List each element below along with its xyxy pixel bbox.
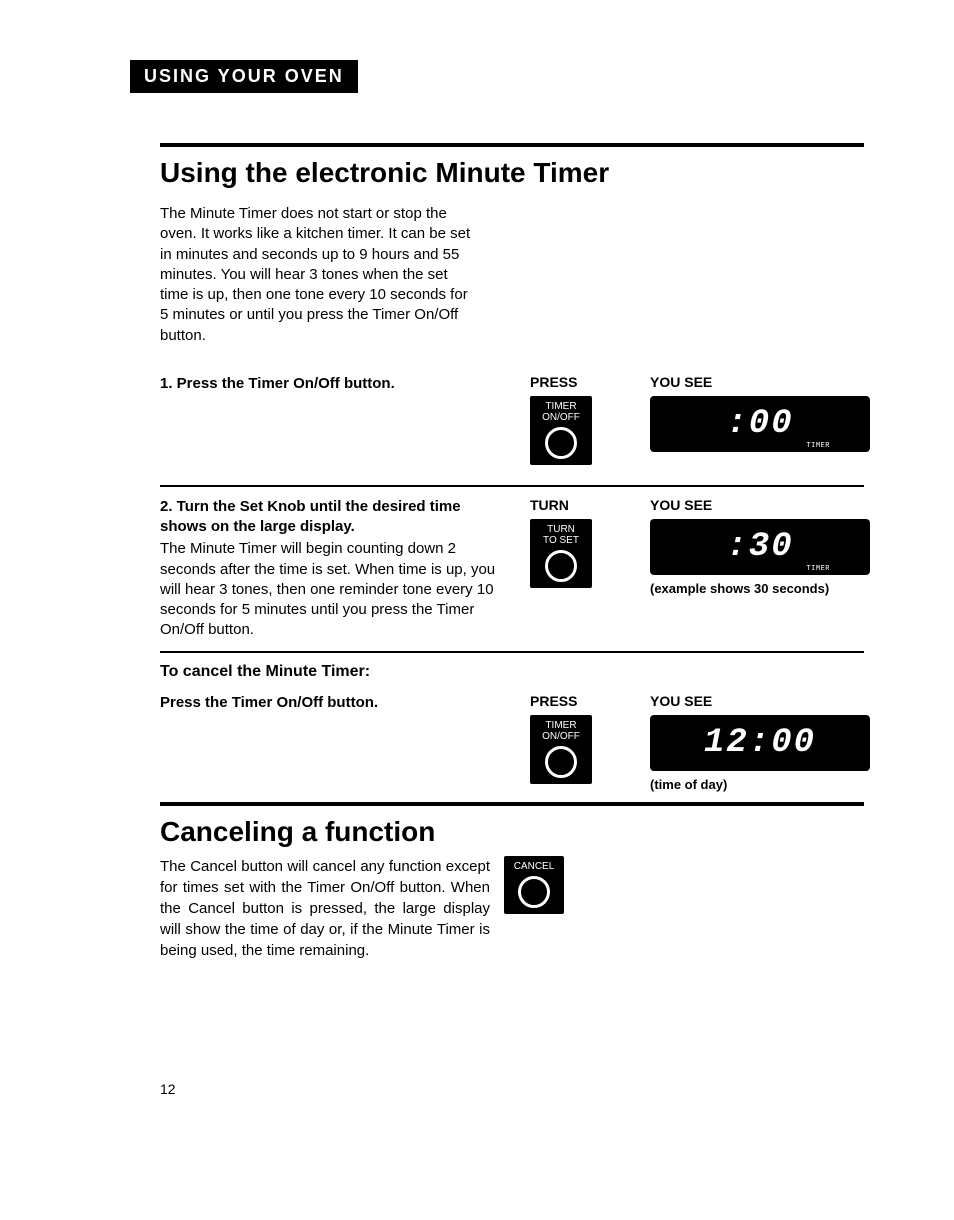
rule [160,485,864,487]
button-label-line2: ON/OFF [532,412,590,423]
cancel-function-body: The Cancel button will cancel any functi… [160,856,490,961]
display-panel: :00 TIMER [650,396,870,452]
knob-icon [545,427,577,459]
knob-icon [545,746,577,778]
press-label: PRESS [530,374,620,390]
rule [160,802,864,806]
page-number: 12 [160,1081,864,1097]
step1-heading: 1. Press the Timer On/Off button. [160,374,500,394]
knob-icon [545,550,577,582]
turn-label: TURN [530,497,620,513]
step2-body: The Minute Timer will begin counting dow… [160,539,500,640]
display-value: :30 [726,528,793,566]
press-label: PRESS [530,693,620,709]
you-see-label: YOU SEE [650,374,890,390]
section-title: Using the electronic Minute Timer [160,157,864,189]
button-label-line1: TIMER [532,401,590,412]
knob-icon [518,876,550,908]
display-caption: (time of day) [650,777,890,792]
rule [160,143,864,147]
cancel-timer-heading: To cancel the Minute Timer: [160,663,864,681]
button-label-line1: TIMER [532,720,590,731]
timer-onoff-button: TIMER ON/OFF [530,396,592,465]
cancel-button: CANCEL [504,856,564,914]
display-sublabel: TIMER [806,565,830,573]
you-see-label: YOU SEE [650,497,890,513]
timer-onoff-button: TIMER ON/OFF [530,715,592,784]
intro-text: The Minute Timer does not start or stop … [160,204,480,346]
display-caption: (example shows 30 seconds) [650,581,890,596]
step2-heading: 2. Turn the Set Knob until the desired t… [160,497,500,538]
display-panel: 12:00 [650,715,870,771]
button-label-line2: TO SET [532,535,590,546]
header-bar: USING YOUR OVEN [130,60,358,93]
you-see-label: YOU SEE [650,693,890,709]
display-value: :00 [726,405,793,443]
display-sublabel: TIMER [806,442,830,450]
rule [160,651,864,653]
cancel-timer-text: Press the Timer On/Off button. [160,693,500,713]
display-panel: :30 TIMER [650,519,870,575]
button-label: CANCEL [506,861,562,872]
turn-to-set-button: TURN TO SET [530,519,592,588]
button-label-line2: ON/OFF [532,731,590,742]
button-label-line1: TURN [532,524,590,535]
display-value: 12:00 [704,724,816,762]
section-title-2: Canceling a function [160,816,864,848]
